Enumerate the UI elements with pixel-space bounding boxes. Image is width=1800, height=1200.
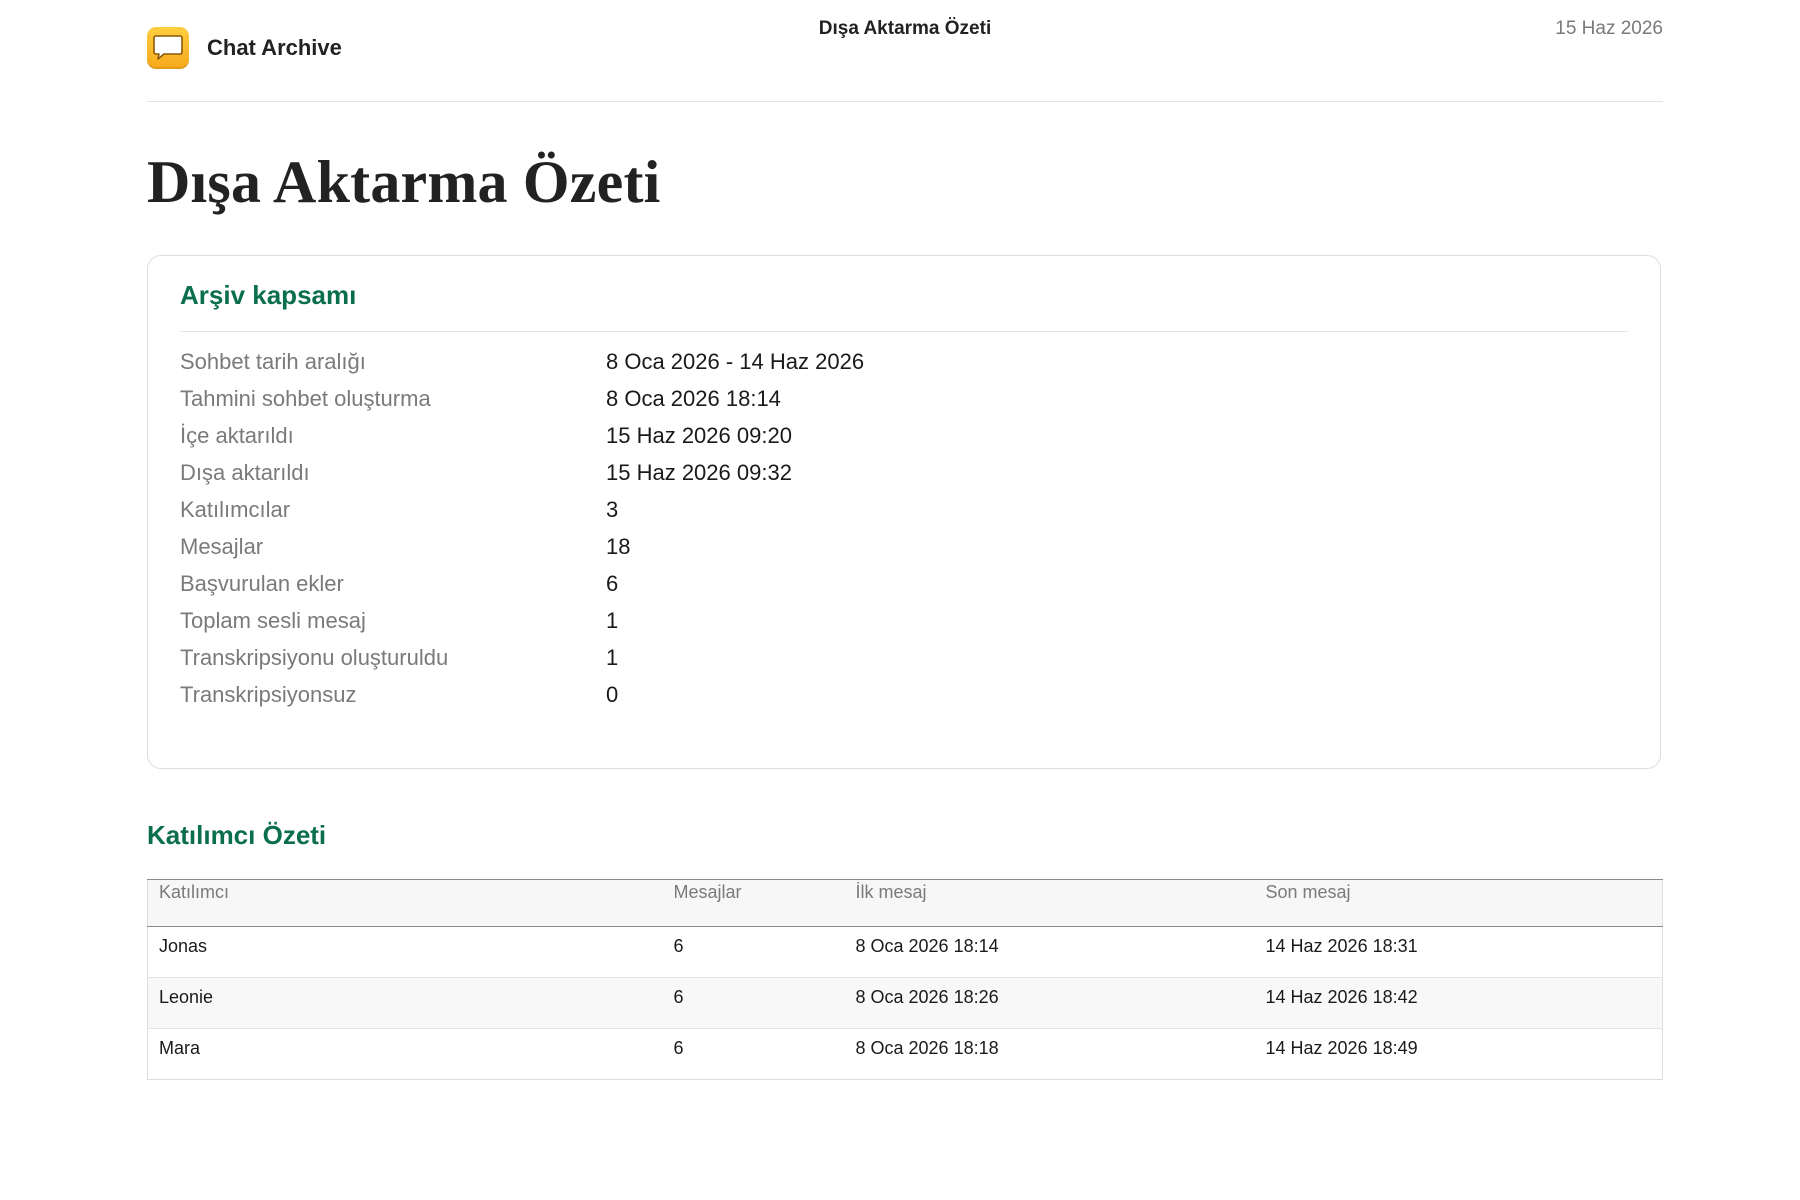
scope-row: İçe aktarıldı 15 Haz 2026 09:20 — [180, 417, 1580, 454]
scope-value: 8 Oca 2026 - 14 Haz 2026 — [606, 348, 865, 374]
scope-value: 6 — [606, 570, 619, 596]
scope-label: Transkripsiyonu oluşturuldu — [180, 644, 449, 670]
table-row: Leonie 6 8 Oca 2026 18:26 14 Haz 2026 18… — [147, 977, 1663, 1029]
column-header-participant: Katılımcı — [147, 879, 663, 927]
cell-last-message: 14 Haz 2026 18:49 — [1254, 1028, 1663, 1080]
cell-first-message: 8 Oca 2026 18:18 — [844, 1028, 1255, 1080]
scope-value: 3 — [606, 496, 619, 522]
scope-label: Toplam sesli mesaj — [180, 607, 366, 633]
scope-value: 15 Haz 2026 09:20 — [606, 422, 792, 448]
cell-last-message: 14 Haz 2026 18:31 — [1254, 926, 1663, 978]
scope-row: Toplam sesli mesaj 1 — [180, 602, 1580, 639]
header-date: 15 Haz 2026 — [1555, 18, 1663, 39]
scope-label: Başvurulan ekler — [180, 570, 344, 596]
cell-participant: Jonas — [147, 926, 663, 978]
archive-scope-card: Arşiv kapsamı Sohbet tarih aralığı 8 Oca… — [147, 255, 1661, 769]
table-header-row: Katılımcı Mesajlar İlk mesaj Son mesaj — [147, 879, 1663, 927]
column-header-messages: Mesajlar — [662, 879, 845, 927]
cell-messages: 6 — [662, 977, 845, 1029]
scope-value: 15 Haz 2026 09:32 — [606, 459, 792, 485]
column-header-first-message: İlk mesaj — [844, 879, 1255, 927]
scope-label: Sohbet tarih aralığı — [180, 348, 366, 374]
scope-value: 18 — [606, 533, 631, 559]
cell-first-message: 8 Oca 2026 18:14 — [844, 926, 1255, 978]
cell-last-message: 14 Haz 2026 18:42 — [1254, 977, 1663, 1029]
scope-row: Transkripsiyonsuz 0 — [180, 676, 1580, 713]
column-header-last-message: Son mesaj — [1254, 879, 1663, 927]
cell-first-message: 8 Oca 2026 18:26 — [844, 977, 1255, 1029]
scope-row: Sohbet tarih aralığı 8 Oca 2026 - 14 Haz… — [180, 343, 1580, 380]
scope-row: Başvurulan ekler 6 — [180, 565, 1580, 602]
participant-table: Katılımcı Mesajlar İlk mesaj Son mesaj J… — [147, 879, 1663, 1080]
scope-row: Tahmini sohbet oluşturma 8 Oca 2026 18:1… — [180, 380, 1580, 417]
divider — [180, 331, 1628, 332]
header-title: Dışa Aktarma Özeti — [818, 18, 992, 39]
scope-row: Mesajlar 18 — [180, 528, 1580, 565]
page-title: Dışa Aktarma Özeti — [147, 149, 661, 215]
scope-value: 8 Oca 2026 18:14 — [606, 385, 781, 411]
page: Chat Archive Dışa Aktarma Özeti 15 Haz 2… — [147, 0, 1663, 1080]
table-row: Jonas 6 8 Oca 2026 18:14 14 Haz 2026 18:… — [147, 926, 1663, 978]
table-row: Mara 6 8 Oca 2026 18:18 14 Haz 2026 18:4… — [147, 1028, 1663, 1080]
cell-messages: 6 — [662, 1028, 845, 1080]
scope-row: Dışa aktarıldı 15 Haz 2026 09:32 — [180, 454, 1580, 491]
header: Chat Archive Dışa Aktarma Özeti 15 Haz 2… — [147, 0, 1663, 102]
cell-participant: Mara — [147, 1028, 663, 1080]
scope-label: Mesajlar — [180, 533, 264, 559]
cell-messages: 6 — [662, 926, 845, 978]
cell-participant: Leonie — [147, 977, 663, 1029]
scope-value: 0 — [606, 681, 619, 707]
scope-value: 1 — [606, 607, 619, 633]
scope-label: Katılımcılar — [180, 496, 291, 522]
scope-label: Transkripsiyonsuz — [180, 681, 357, 707]
scope-label: İçe aktarıldı — [180, 422, 294, 448]
scope-label: Dışa aktarıldı — [180, 459, 310, 485]
scope-row: Transkripsiyonu oluşturuldu 1 — [180, 639, 1580, 676]
scope-label: Tahmini sohbet oluşturma — [180, 385, 431, 411]
scope-list: Sohbet tarih aralığı 8 Oca 2026 - 14 Haz… — [180, 343, 1580, 713]
archive-scope-title: Arşiv kapsamı — [180, 280, 357, 310]
participant-summary-title: Katılımcı Özeti — [147, 820, 327, 850]
scope-row: Katılımcılar 3 — [180, 491, 1580, 528]
scope-value: 1 — [606, 644, 619, 670]
